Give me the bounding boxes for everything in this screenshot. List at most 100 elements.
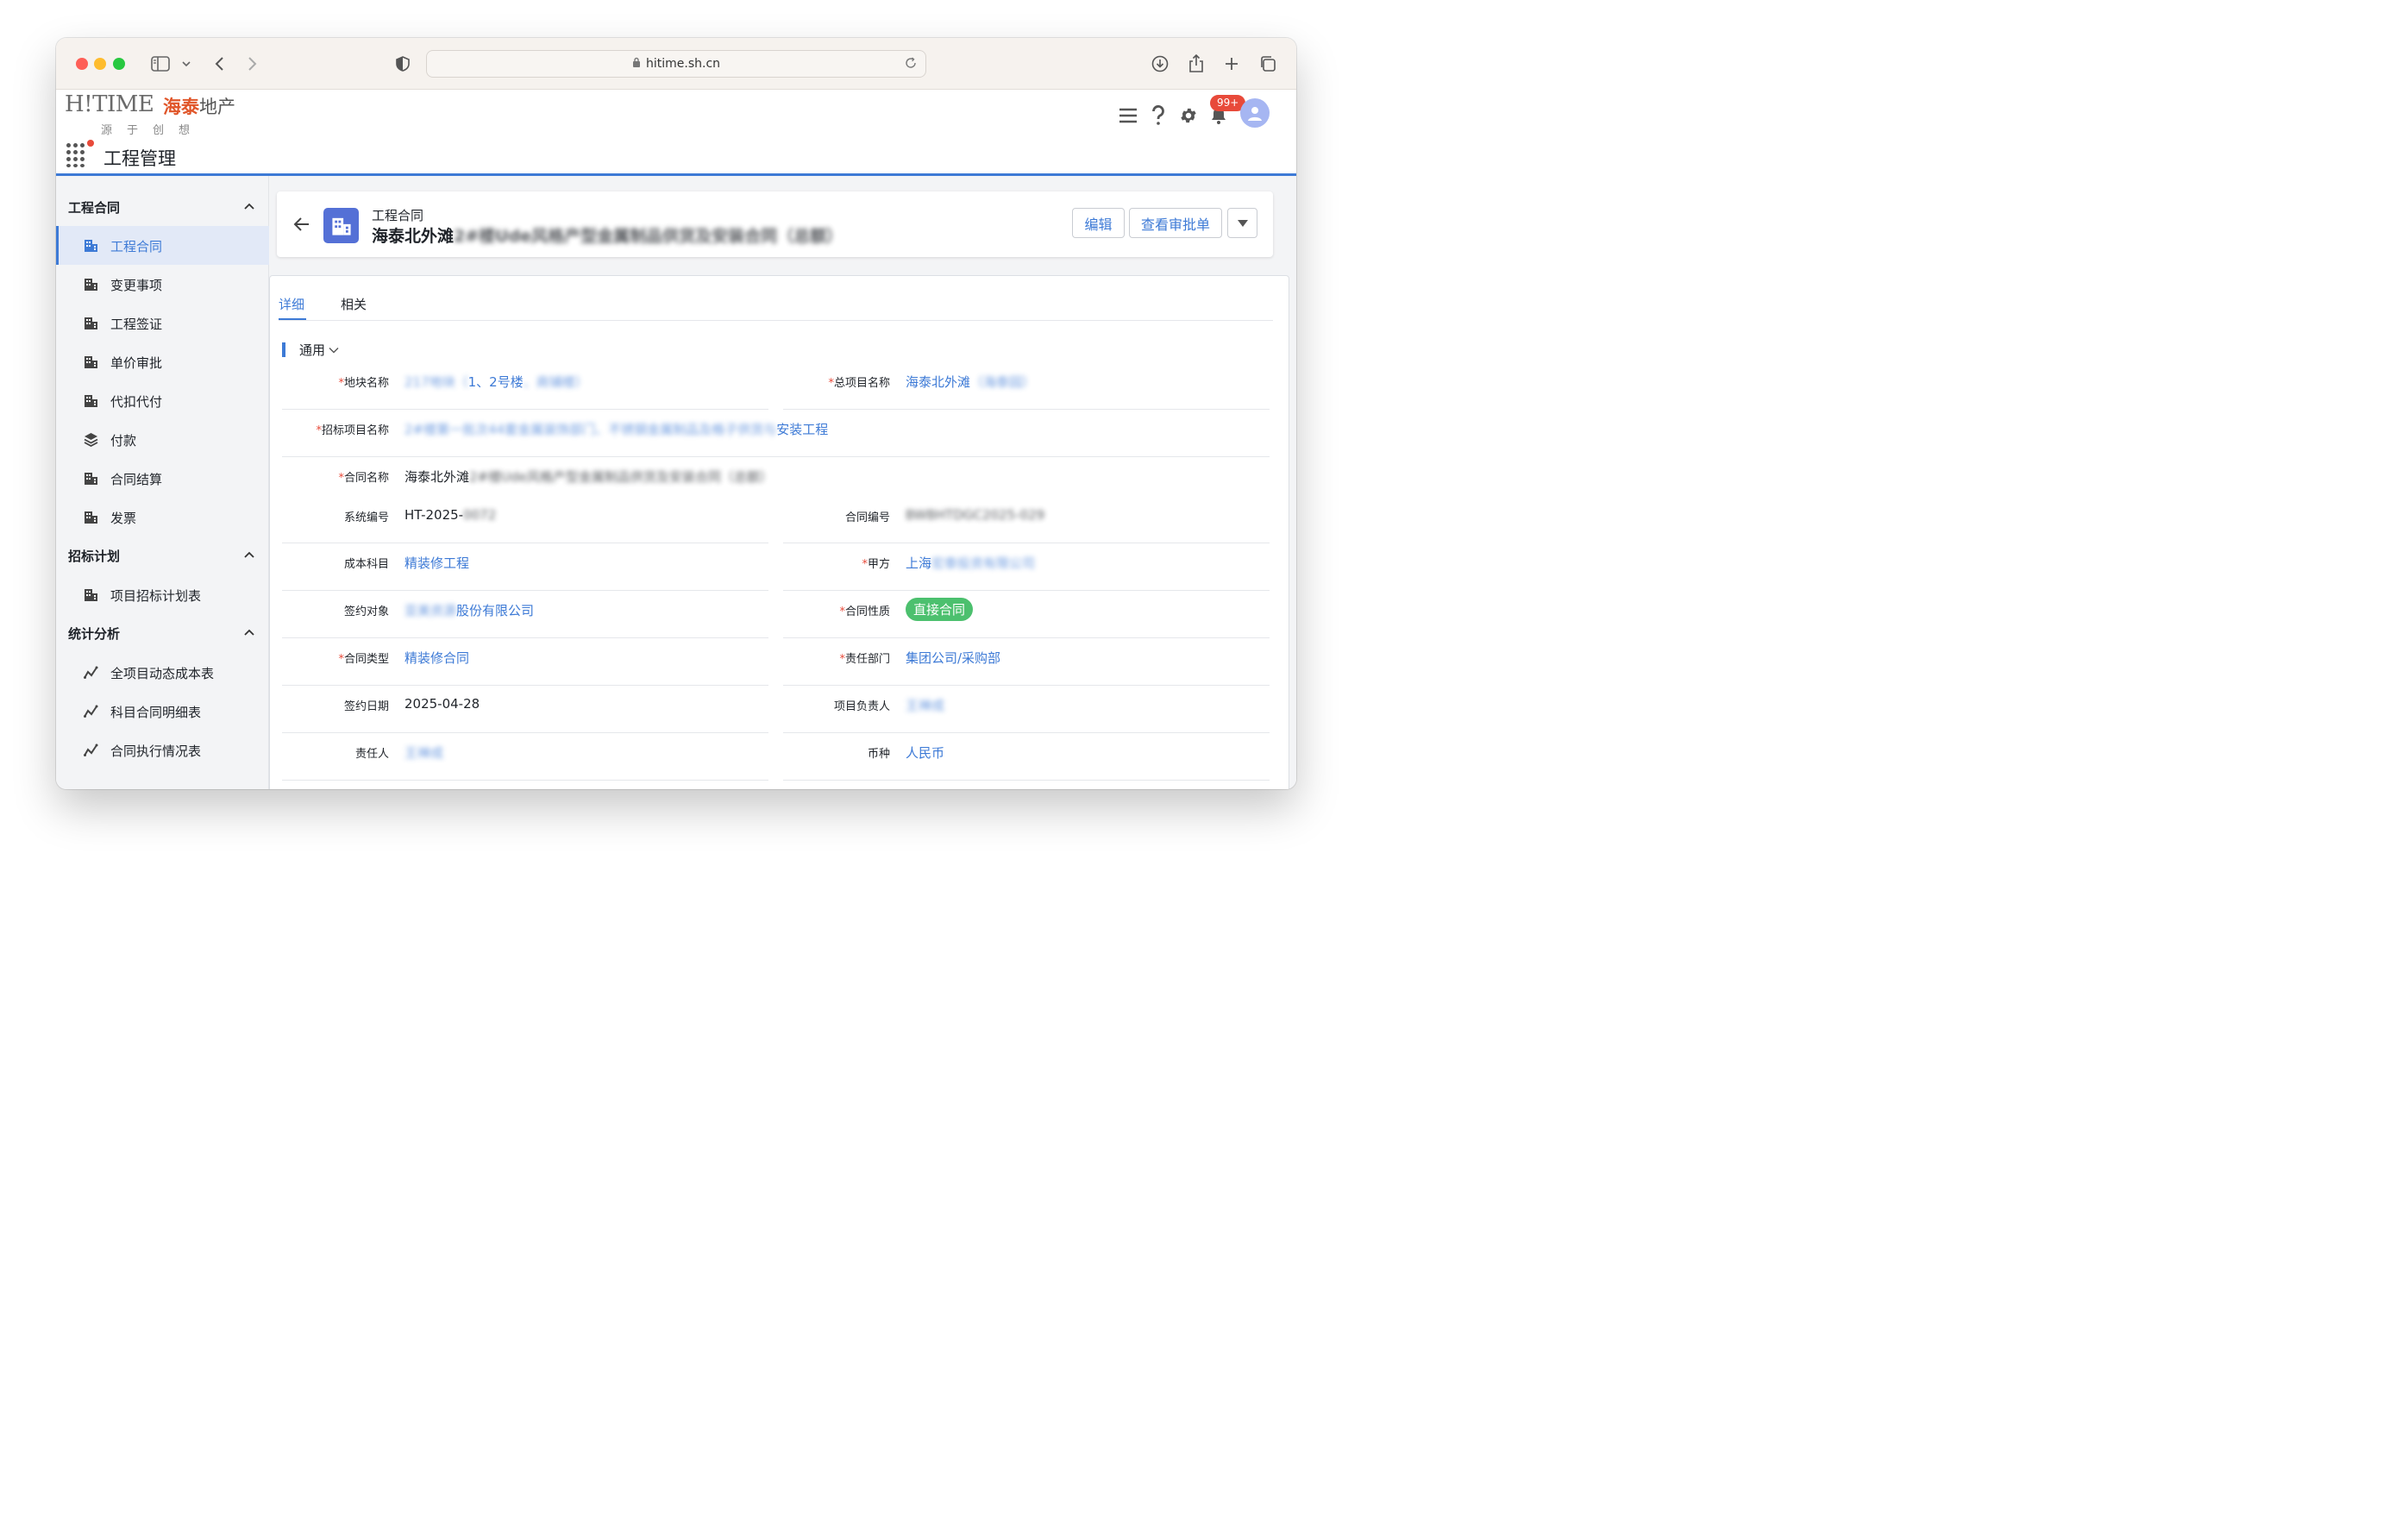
trend-icon (84, 705, 98, 718)
sidebar-item-project-bidding-plan[interactable]: 项目招标计划表 (56, 575, 269, 614)
edit-button[interactable]: 编辑 (1072, 208, 1125, 238)
field-plot-name: *地块名称 217地块（1、2号楼、商铺楼） (282, 362, 768, 410)
field-value[interactable]: 人民币 (906, 743, 944, 762)
section-title: 通用 (299, 342, 326, 358)
sidebar-item-contract-settlement[interactable]: 合同结算 (56, 459, 269, 498)
sidebar-item-label: 工程合同 (110, 239, 163, 254)
sidebar-item-change-items[interactable]: 变更事项 (56, 265, 269, 304)
minimize-window-button[interactable] (94, 58, 106, 70)
field-sign-date: 签约日期 2025-04-28 (282, 686, 768, 733)
sidebar-item-label: 合同执行情况表 (110, 743, 202, 759)
new-tab-icon[interactable] (1220, 52, 1244, 76)
sidebar-item-subject-contract-detail[interactable]: 科目合同明细表 (56, 692, 269, 731)
field-value[interactable]: 精装修合同 (404, 649, 469, 667)
app-launcher-icon[interactable] (66, 143, 91, 167)
sidebar-item-dynamic-cost[interactable]: 全项目动态成本表 (56, 653, 269, 692)
app-launcher-notification-dot (87, 140, 94, 147)
tab-overview-icon[interactable] (1256, 52, 1280, 76)
app-header: H!TIME 海泰地产 源于创想 工程管理 99+ (56, 90, 1296, 176)
sidebar-section-statistics[interactable]: 统计分析 (56, 618, 269, 649)
field-system-no: 系统编号 HT-2025-0072 (282, 497, 768, 543)
sidebar-item-payment[interactable]: 付款 (56, 420, 269, 459)
help-icon[interactable] (1145, 103, 1171, 129)
zoom-window-button[interactable] (113, 58, 125, 70)
record-type-label: 工程合同 (372, 208, 424, 223)
share-icon[interactable] (1184, 52, 1208, 76)
field-label: *合同名称 (338, 472, 389, 485)
field-label: 系统编号 (343, 511, 389, 524)
tabs-divider (279, 320, 1273, 321)
browser-toolbar: hitime.sh.cn (56, 38, 1296, 90)
field-counterparty: 签约对象 亚美资源股份有限公司 (282, 591, 768, 638)
field-currency: 币种 人民币 (783, 733, 1270, 781)
chevron-up-icon (244, 203, 254, 210)
chevron-up-icon (244, 629, 254, 636)
field-party-a: *甲方 上海宏泰投资有限公司 (783, 543, 1270, 591)
field-value: HT-2025-0072 (404, 507, 497, 523)
field-value: 2025-04-28 (404, 696, 480, 712)
field-value[interactable]: 217地块（1、2号楼、商铺楼） (404, 373, 588, 391)
sidebar-item-engineering-contract[interactable]: 工程合同 (56, 226, 269, 265)
field-value[interactable]: 王禅成 (404, 743, 443, 762)
field-label: 币种 (867, 748, 890, 761)
sidebar-item-label: 单价审批 (110, 355, 163, 371)
sidebar-item-label: 项目招标计划表 (110, 588, 202, 604)
field-contract-no: 合同编号 BWBHTDGC2025-029 (783, 497, 1270, 543)
user-avatar[interactable] (1240, 98, 1270, 128)
browser-window: hitime.sh.cn H!TIME 海泰地产 源于创想 工程管理 99+ 工… (56, 38, 1296, 789)
field-value[interactable]: 集团公司/采购部 (906, 649, 1000, 667)
sidebar-toggle-icon[interactable] (148, 52, 172, 76)
field-value[interactable]: 王禅成 (906, 696, 944, 714)
field-value[interactable]: 上海宏泰投资有限公司 (906, 554, 1035, 572)
record-title: 海泰北外滩2#楼Ude风格产型金属制品供货及安装合同（总额） (372, 227, 843, 246)
field-label: *责任部门 (839, 653, 890, 666)
field-contract-type: *合同类型 精装修合同 (282, 638, 768, 686)
settings-gear-icon[interactable] (1176, 103, 1201, 129)
sidebar-item-invoice[interactable]: 发票 (56, 498, 269, 536)
field-value[interactable]: 亚美资源股份有限公司 (404, 601, 534, 619)
tab-related[interactable]: 相关 (341, 295, 367, 313)
building-icon (85, 279, 97, 291)
field-department: *责任部门 集团公司/采购部 (783, 638, 1270, 686)
lock-icon (632, 57, 641, 71)
sidebar-item-site-visa[interactable]: 工程签证 (56, 304, 269, 342)
download-icon[interactable] (1148, 52, 1172, 76)
address-bar[interactable]: hitime.sh.cn (426, 50, 926, 78)
field-value[interactable]: 2#楼第一批次44套金属装饰部门、不锈钢金属制品及格子供货与安装工程 (404, 420, 828, 438)
sidebar-item-unit-price-approval[interactable]: 单价审批 (56, 342, 269, 381)
back-nav-icon[interactable] (207, 52, 231, 76)
field-label: *地块名称 (338, 377, 389, 390)
chevron-down-icon[interactable] (174, 52, 198, 76)
field-label: *合同性质 (839, 605, 890, 618)
building-icon (85, 395, 97, 407)
sidebar-item-withholding[interactable]: 代扣代付 (56, 381, 269, 420)
forward-nav-icon[interactable] (241, 52, 265, 76)
privacy-shield-icon[interactable] (391, 52, 415, 76)
menu-icon[interactable] (1115, 103, 1141, 129)
close-window-button[interactable] (76, 58, 88, 70)
sidebar-item-label: 发票 (110, 511, 137, 526)
caret-down-icon (1237, 219, 1248, 227)
sidebar-item-contract-execution[interactable]: 合同执行情况表 (56, 731, 269, 769)
main-content: 工程合同 海泰北外滩2#楼Ude风格产型金属制品供货及安装合同（总额） 编辑 查… (269, 176, 1296, 789)
logo-brand-cn: 海泰地产 (163, 97, 235, 117)
building-icon (85, 473, 97, 485)
sidebar-item-label: 全项目动态成本表 (110, 666, 215, 681)
field-value[interactable]: 精装修工程 (404, 554, 469, 572)
reload-icon[interactable] (905, 57, 917, 72)
more-actions-button[interactable] (1227, 208, 1257, 238)
section-general-toggle[interactable]: 通用 (299, 341, 339, 359)
back-arrow-icon[interactable] (292, 215, 311, 234)
sidebar-section-title: 统计分析 (68, 625, 121, 642)
logo-wordmark: H!TIME (65, 91, 154, 117)
field-value: BWBHTDGC2025-029 (906, 507, 1045, 523)
field-responsible: 责任人 王禅成 (282, 733, 768, 781)
field-value: 海泰北外滩2#楼Ude风格产型金属制品供货及安装合同（总额） (404, 469, 773, 485)
section-accent-bar (282, 342, 285, 357)
tab-detail[interactable]: 详细 (279, 295, 304, 313)
sidebar-section-contracts[interactable]: 工程合同 (56, 191, 269, 223)
view-approval-button[interactable]: 查看审批单 (1129, 208, 1222, 238)
field-label: 签约对象 (343, 605, 389, 618)
field-value[interactable]: 海泰北外滩（海泰园） (906, 373, 1035, 391)
sidebar-section-bidding-plan[interactable]: 招标计划 (56, 540, 269, 571)
